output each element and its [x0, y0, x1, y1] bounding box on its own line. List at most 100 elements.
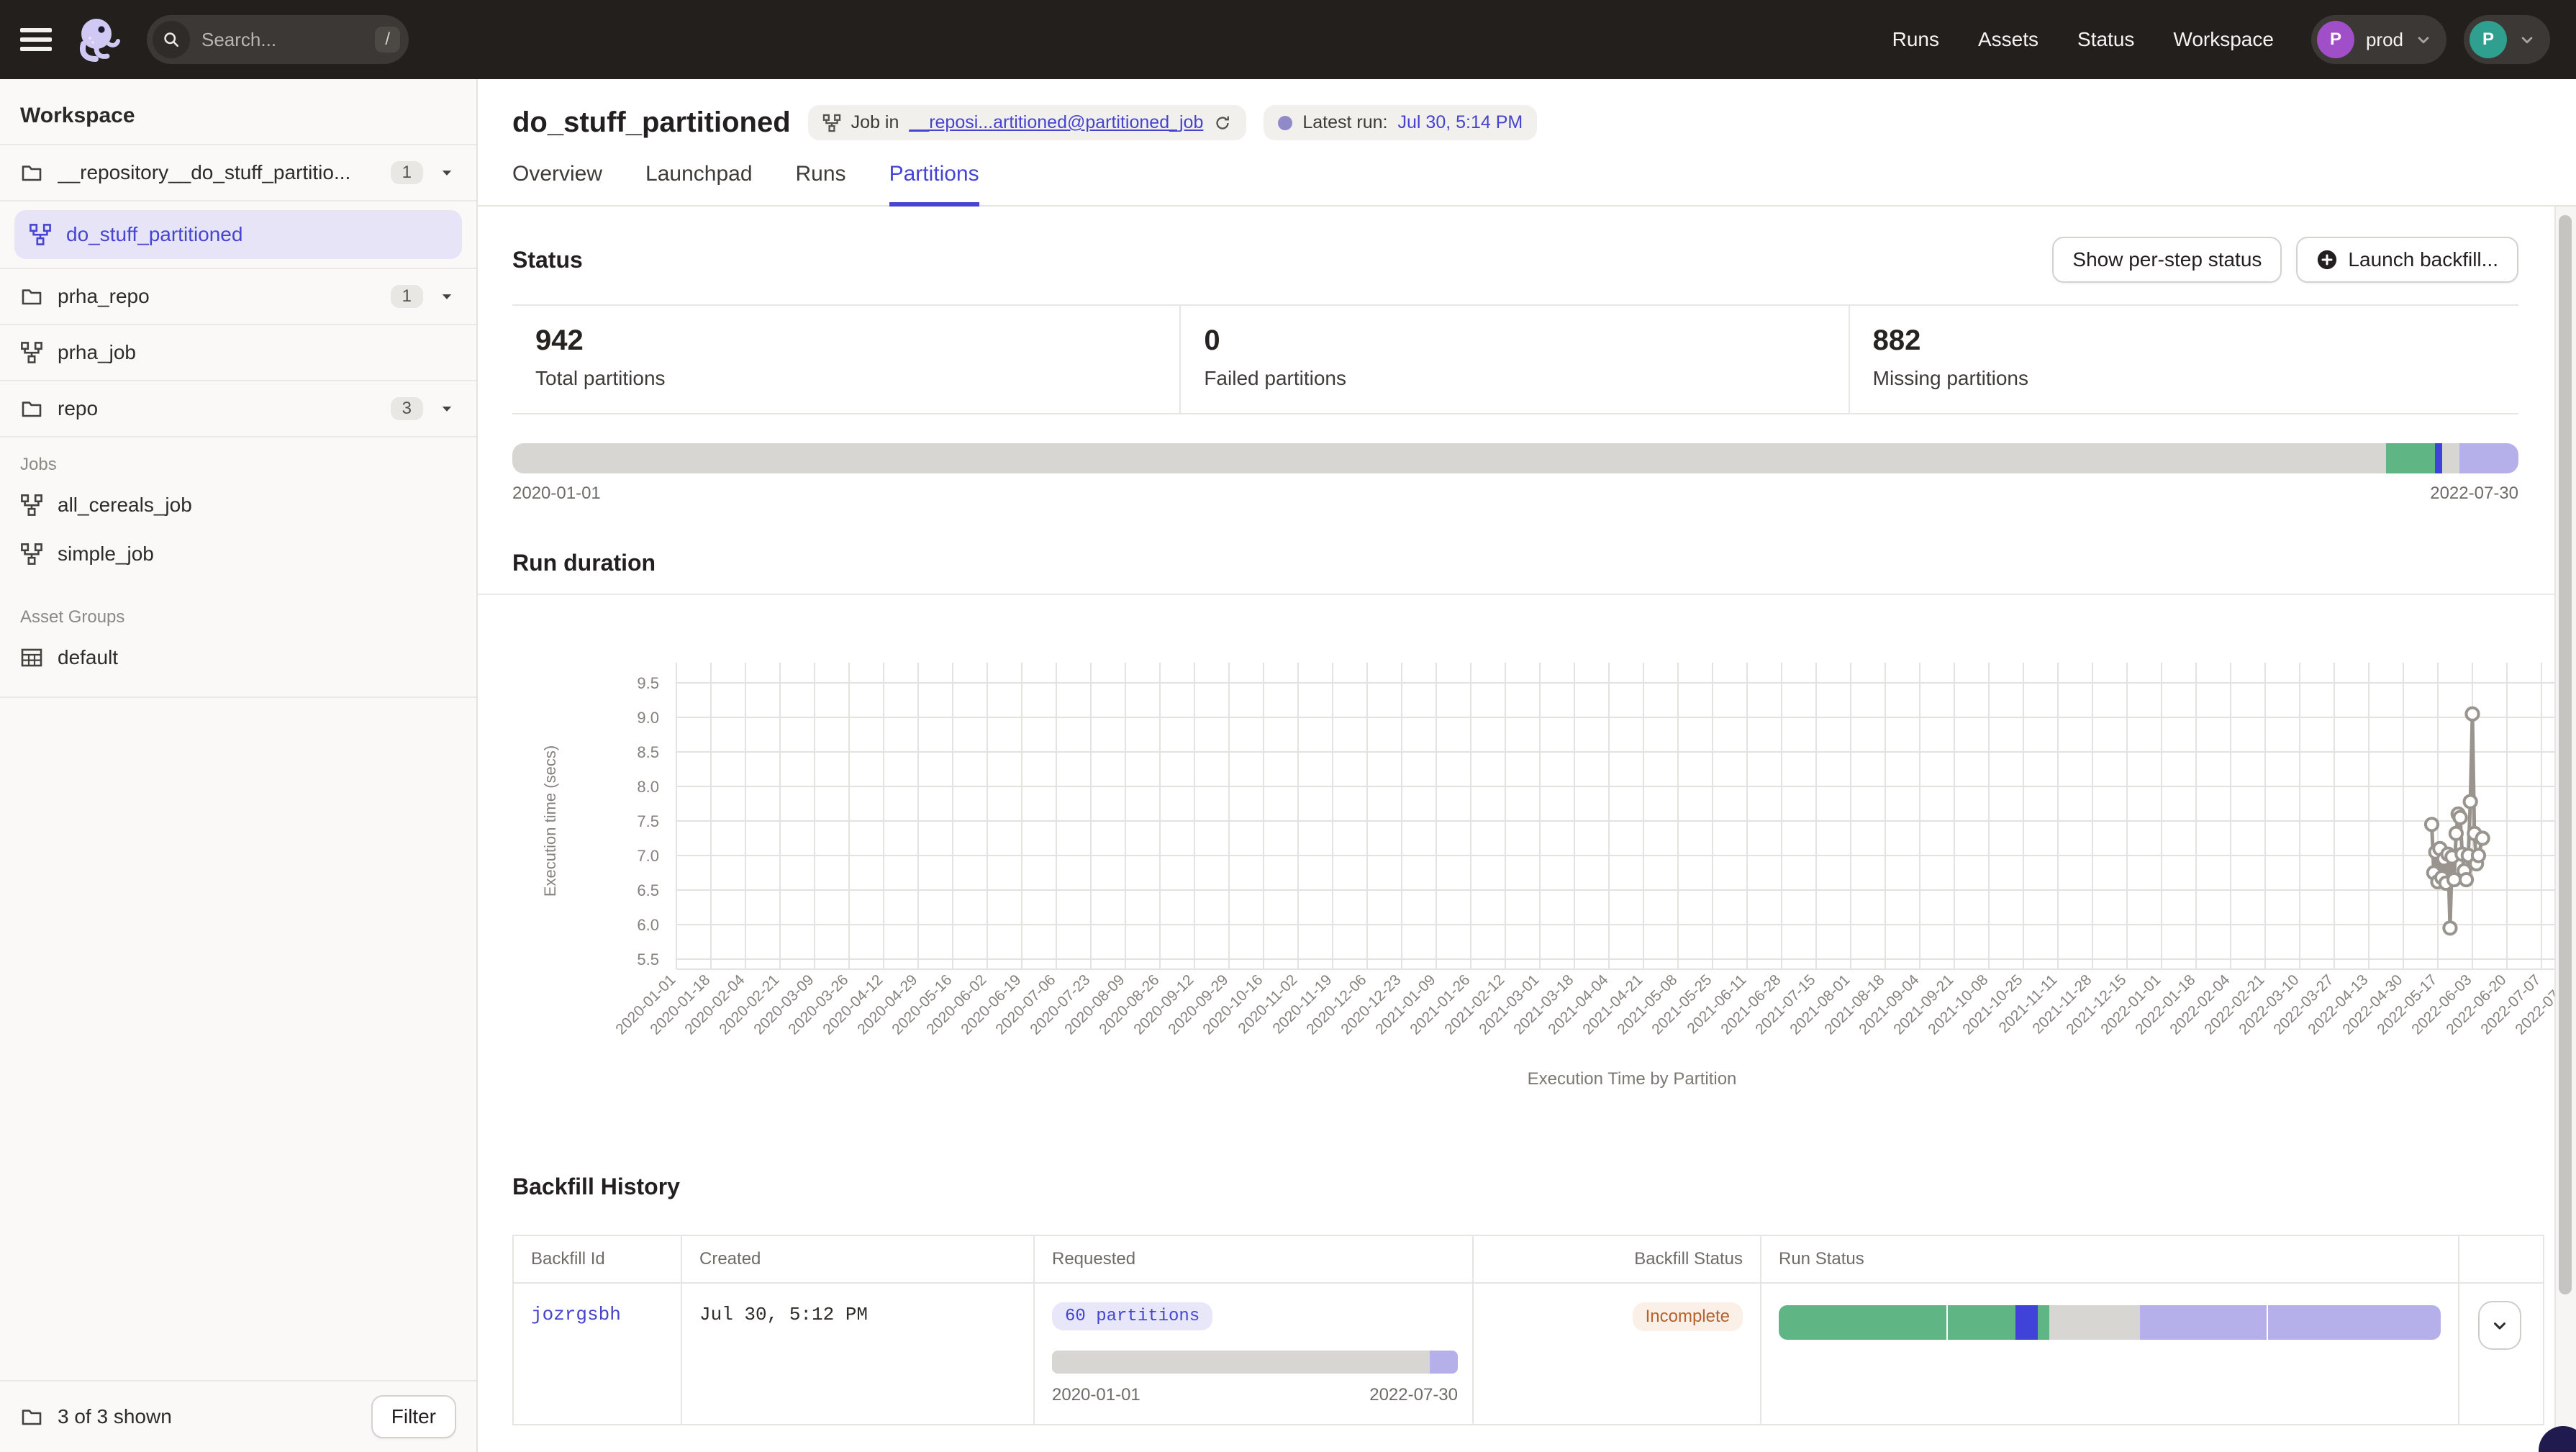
run-duration-point[interactable] [2472, 849, 2485, 861]
latest-run-label: Latest run: [1302, 112, 1387, 133]
job-icon [20, 341, 43, 364]
job-header: do_stuff_partitioned Job in __reposi...a… [478, 79, 2576, 207]
run-duration-point[interactable] [2454, 812, 2466, 824]
column-header-backfill-id: Backfill Id [514, 1236, 682, 1282]
sidebar-job-all_cereals_job[interactable]: all_cereals_job [0, 481, 476, 530]
tab-partitions[interactable]: Partitions [889, 162, 979, 205]
job-origin-link[interactable]: __reposi...artitioned@partitioned_job [909, 112, 1203, 133]
sidebar-asset-group-default[interactable]: default [0, 633, 476, 682]
filter-button[interactable]: Filter [371, 1395, 456, 1438]
run-duration-chart: 2020-01-012020-01-182020-02-042020-02-21… [532, 653, 2576, 1102]
tab-runs[interactable]: Runs [796, 162, 846, 205]
sidebar-repo-repo[interactable]: repo3 [0, 381, 476, 437]
sidebar-job-simple_job[interactable]: simple_job [0, 530, 476, 578]
latest-run-link[interactable]: Jul 30, 5:14 PM [1398, 112, 1523, 133]
partition-bar-segment-lavender [2459, 443, 2518, 473]
run-duration-point[interactable] [2477, 832, 2489, 844]
y-tick-label: 6.0 [637, 916, 659, 934]
job-icon [20, 543, 43, 566]
y-tick-label: 8.5 [637, 743, 659, 761]
user-menu[interactable]: P [2464, 15, 2550, 64]
topnav-assets[interactable]: Assets [1978, 28, 2038, 51]
partition-bar-segment-gray [512, 443, 2386, 473]
chevron-down-icon [2415, 31, 2432, 48]
run-duration-point[interactable] [2450, 827, 2462, 840]
sidebar-item-label: repo [58, 397, 376, 420]
launch-backfill-button[interactable]: Launch backfill... [2296, 237, 2518, 283]
column-header-created: Created [682, 1236, 1035, 1282]
run-duration-point[interactable] [2426, 818, 2438, 830]
scrollbar-thumb[interactable] [2559, 215, 2572, 1294]
partition-range-end: 2022-07-30 [2430, 484, 2518, 504]
show-per-step-status-button[interactable]: Show per-step status [2052, 237, 2282, 283]
stat-value: 0 [1204, 325, 1825, 357]
stat-label: Total partitions [535, 367, 1156, 390]
run-duration-title: Run duration [512, 550, 2518, 576]
chevron-down-icon [2490, 1316, 2509, 1335]
requested-partitions-badge[interactable]: 60 partitions [1052, 1302, 1212, 1330]
sidebar-repo-prha-repo[interactable]: prha_repo1 [0, 269, 476, 325]
y-tick-label: 8.0 [637, 778, 659, 796]
sidebar-item-label: prha_job [58, 341, 456, 364]
stat-label: Missing partitions [1873, 367, 2495, 390]
repos-shown-count: 3 of 3 shown [58, 1405, 357, 1428]
job-label: all_cereals_job [58, 494, 192, 517]
run-duration-point[interactable] [2464, 796, 2477, 808]
run-status-bar[interactable] [1779, 1305, 2441, 1340]
hamburger-menu-icon[interactable] [20, 28, 52, 51]
backfill-created: Jul 30, 5:12 PM [699, 1304, 868, 1325]
deployment-switcher[interactable]: P prod [2311, 15, 2446, 64]
sidebar-job-prha-job[interactable]: prha_job [0, 325, 476, 381]
row-expand-button[interactable] [2478, 1301, 2521, 1350]
asset-groups-list: default [0, 633, 476, 682]
partitions-content: Status Show per-step status Launch backf… [478, 207, 2576, 1452]
run-status-segment-green [1946, 1305, 2015, 1340]
search-shortcut-badge: / [375, 27, 400, 53]
backfill-row: jozrgsbhJul 30, 5:12 PM60 partitions2020… [514, 1282, 2543, 1424]
asset-group-icon [20, 646, 43, 669]
asset-groups-section-label: Asset Groups [0, 590, 476, 633]
partition-bar-segment-green [2386, 443, 2435, 473]
caret-down-icon[interactable] [437, 287, 456, 306]
reload-icon[interactable] [1213, 114, 1232, 132]
job-tabs: Overview Launchpad Runs Partitions [512, 162, 2541, 205]
folder-icon [20, 161, 43, 184]
partition-status-bar[interactable] [512, 443, 2518, 473]
job-icon [29, 223, 52, 246]
caret-down-icon[interactable] [437, 399, 456, 418]
topnav-status[interactable]: Status [2077, 28, 2134, 51]
topnav-workspace[interactable]: Workspace [2173, 28, 2274, 51]
run-duration-point[interactable] [2460, 874, 2472, 886]
requested-bar-segment-gray [1052, 1351, 1430, 1374]
caret-down-icon[interactable] [437, 163, 456, 182]
workspace-list: __repository__do_stuff_partitio...1 do_st… [0, 144, 476, 437]
tab-overview[interactable]: Overview [512, 162, 602, 205]
stat-failed-partitions: 0Failed partitions [1181, 306, 1849, 413]
workspace-sidebar: Workspace __repository__do_stuff_partiti… [0, 79, 478, 1452]
backfill-history-title: Backfill History [512, 1174, 2518, 1200]
backfill-id-link[interactable]: jozrgsbh [531, 1304, 621, 1325]
sidebar-repo-repository-do-stuff-partitio[interactable]: __repository__do_stuff_partitio...1 [0, 145, 476, 201]
run-status-segment-gray [2049, 1305, 2140, 1340]
search-input[interactable] [199, 27, 366, 53]
folder-icon [20, 285, 43, 308]
deployment-label: prod [2366, 29, 2403, 51]
sidebar-job-do-stuff-partitioned[interactable]: do_stuff_partitioned [14, 210, 462, 259]
folder-icon [20, 397, 43, 420]
run-duration-point[interactable] [2444, 922, 2456, 934]
stat-total-partitions: 942Total partitions [512, 306, 1181, 413]
vertical-scrollbar[interactable] [2554, 207, 2576, 1452]
tab-launchpad[interactable]: Launchpad [645, 162, 752, 205]
requested-range-end: 2022-07-30 [1369, 1385, 1458, 1405]
run-duration-point[interactable] [2466, 708, 2478, 720]
sidebar-item-label: __repository__do_stuff_partitio... [58, 161, 376, 184]
y-tick-label: 5.5 [637, 950, 659, 968]
dagster-logo-icon[interactable] [72, 14, 124, 65]
sidebar-footer: 3 of 3 shown Filter [0, 1380, 476, 1452]
stat-missing-partitions: 882Missing partitions [1850, 306, 2518, 413]
requested-progress-bar [1052, 1351, 1458, 1374]
search-box[interactable]: / [147, 15, 409, 64]
run-status-segment-lavender [2267, 1305, 2441, 1340]
topnav-runs[interactable]: Runs [1892, 28, 1939, 51]
chevron-down-icon [2518, 31, 2536, 48]
